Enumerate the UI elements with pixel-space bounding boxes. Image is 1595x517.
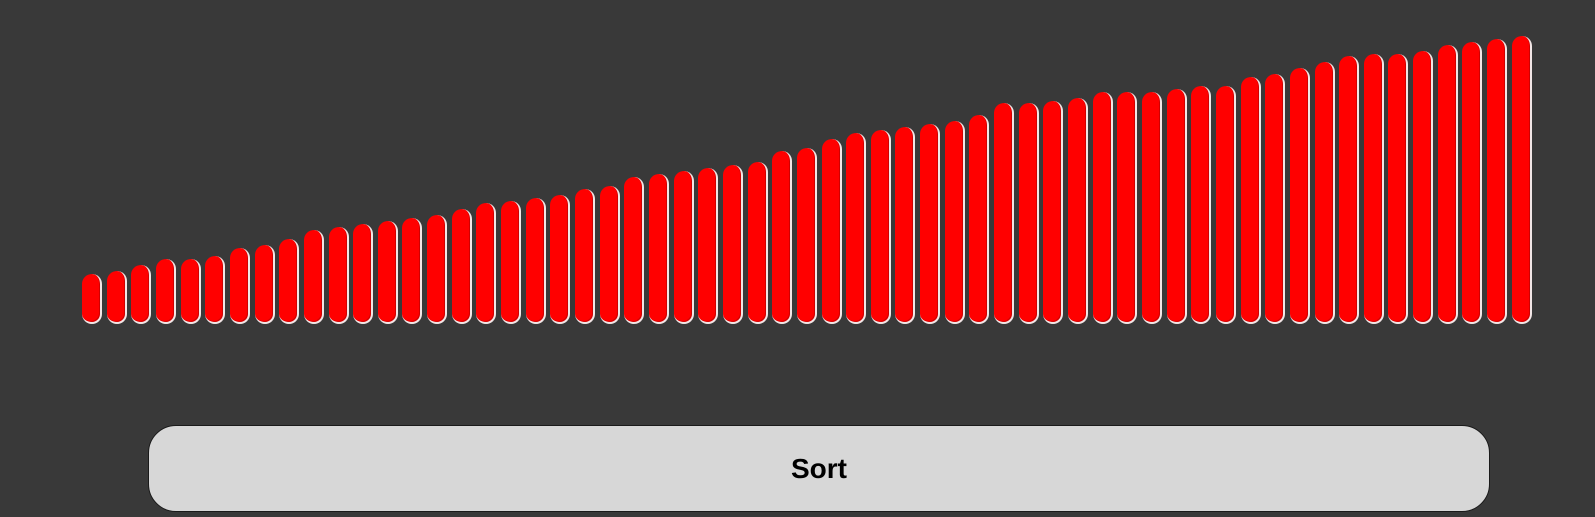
bar <box>673 171 694 324</box>
bar <box>747 162 768 324</box>
bar <box>895 127 916 324</box>
bar <box>427 215 448 324</box>
bar <box>796 148 817 324</box>
bar <box>846 133 867 324</box>
bar <box>131 265 152 324</box>
bar <box>1265 74 1286 324</box>
bar <box>944 121 965 324</box>
bar <box>648 174 669 324</box>
bar <box>328 227 349 324</box>
bar <box>550 195 571 324</box>
bar <box>1413 51 1434 324</box>
bar <box>1339 56 1360 324</box>
bar-area <box>82 30 1552 324</box>
bar <box>1314 62 1335 324</box>
bar <box>1487 39 1508 324</box>
bar <box>303 230 324 324</box>
bar <box>402 218 423 324</box>
sorting-visualizer: Sort <box>0 0 1595 517</box>
bar <box>1215 86 1236 324</box>
bar <box>599 186 620 324</box>
bar <box>229 248 250 324</box>
bar <box>254 245 275 324</box>
bar <box>772 151 793 324</box>
bar <box>624 177 645 324</box>
bar <box>994 103 1015 324</box>
bar <box>1462 42 1483 324</box>
bar <box>1363 54 1384 324</box>
bar <box>1166 89 1187 324</box>
bar <box>353 224 374 324</box>
bar <box>1141 92 1162 324</box>
bar <box>1437 45 1458 324</box>
sort-button[interactable]: Sort <box>148 425 1490 512</box>
bar <box>1018 103 1039 324</box>
bar <box>451 209 472 324</box>
bar <box>377 221 398 324</box>
bar <box>1388 54 1409 324</box>
bar <box>1092 92 1113 324</box>
bar <box>180 259 201 324</box>
bar <box>1117 92 1138 324</box>
bar <box>155 259 176 324</box>
bar <box>525 198 546 324</box>
bar <box>575 189 595 324</box>
bar <box>279 239 300 324</box>
bar <box>476 203 497 324</box>
bar <box>1511 36 1532 324</box>
bar <box>920 124 941 324</box>
bar <box>82 274 102 324</box>
bar <box>205 256 226 324</box>
bar <box>1068 98 1088 324</box>
bar <box>722 165 743 324</box>
bar <box>1240 77 1261 324</box>
bar <box>698 168 719 324</box>
bar <box>1043 101 1064 324</box>
bar <box>870 130 891 324</box>
bar <box>821 139 842 324</box>
bar <box>1191 86 1212 324</box>
bar <box>106 271 127 324</box>
bar <box>1289 68 1310 324</box>
bar <box>969 115 990 324</box>
bar <box>501 201 522 324</box>
